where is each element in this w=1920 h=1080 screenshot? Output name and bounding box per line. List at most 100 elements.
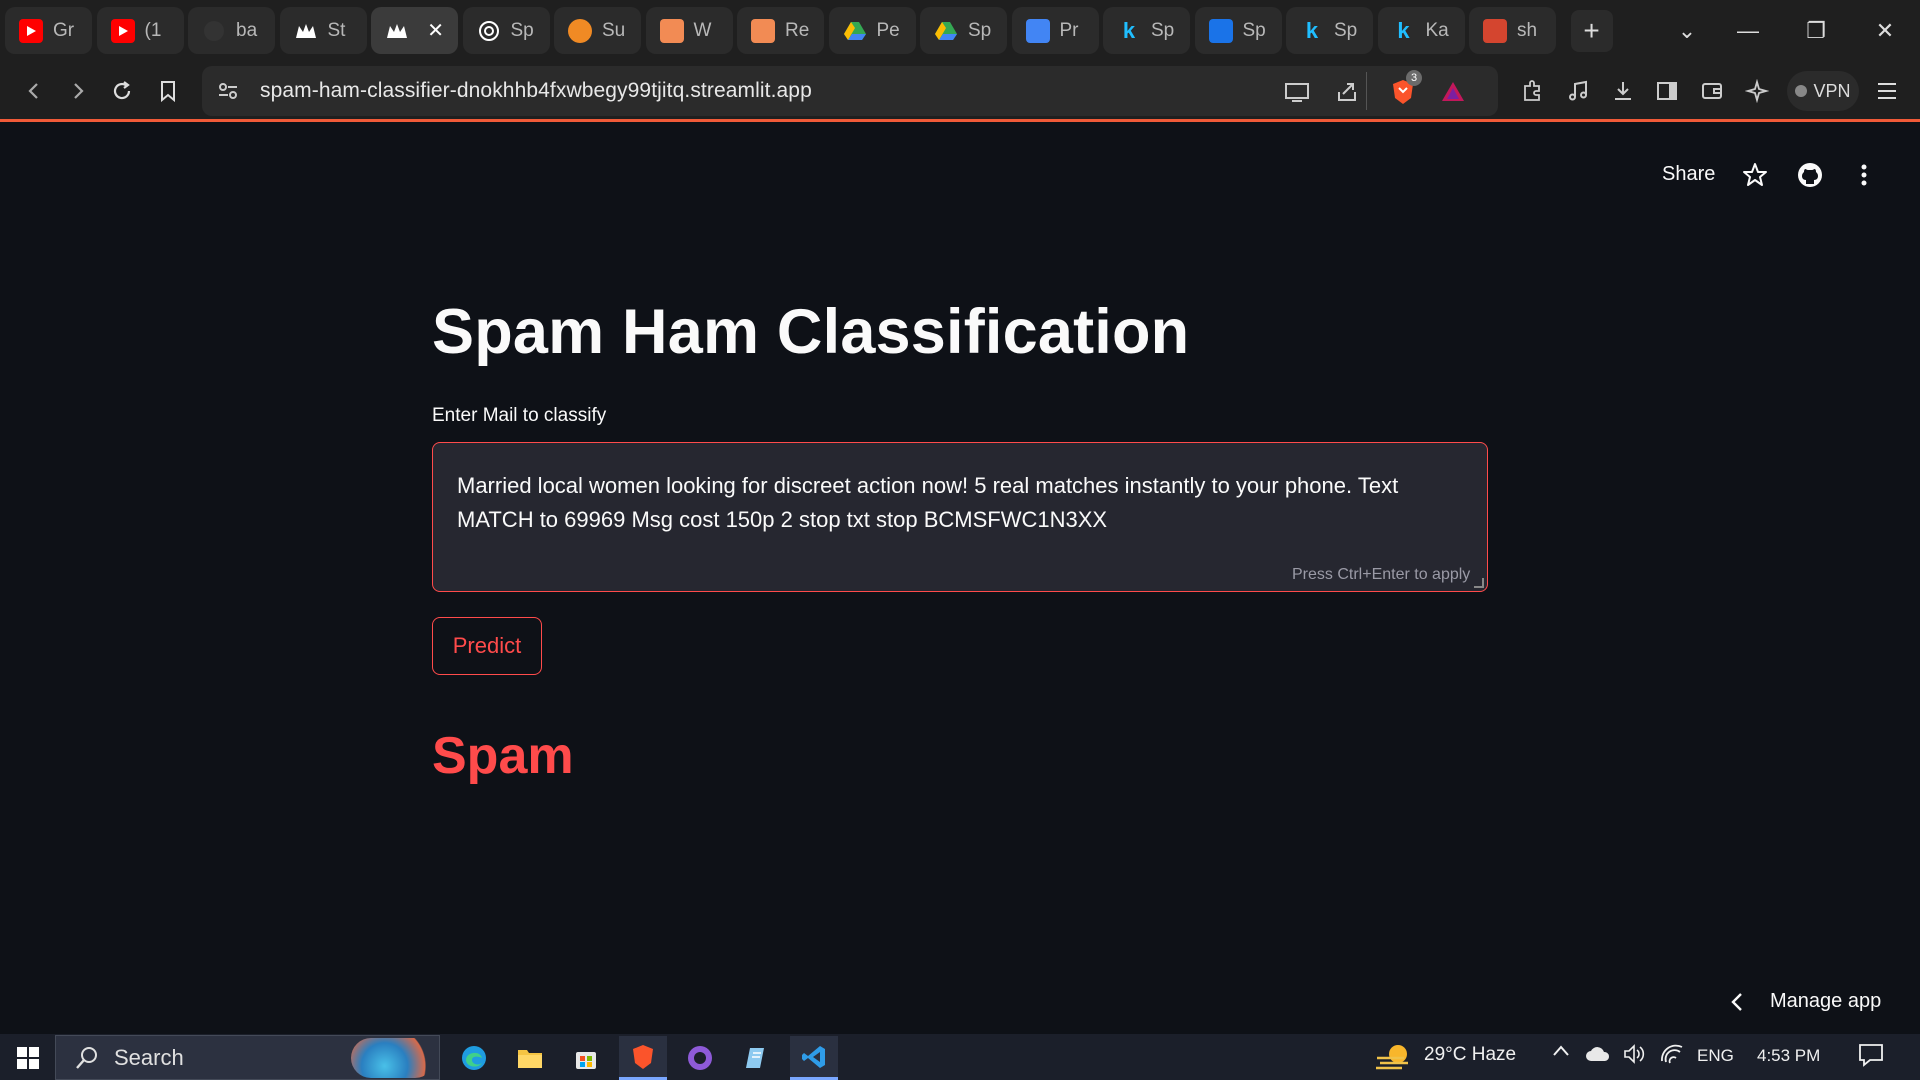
browser-tab[interactable]: k Ka [1377, 7, 1465, 54]
browser-tab[interactable]: sh [1469, 7, 1556, 54]
browser-tab[interactable]: Pe [828, 7, 916, 54]
predict-button[interactable]: Predict [432, 617, 542, 675]
window-icon [751, 18, 775, 43]
browser-tab[interactable]: ✕ [371, 7, 458, 54]
tab-label: Sp [968, 19, 992, 41]
browser-toolbar: spam-ham-classifier-dnokhhb4fxwbegy99tji… [0, 61, 1920, 122]
github-icon[interactable] [1795, 160, 1825, 190]
share-button[interactable]: Share [1662, 163, 1715, 186]
bookmark-button[interactable] [148, 71, 188, 111]
onedrive-icon[interactable] [1585, 1045, 1611, 1069]
forward-button[interactable] [58, 71, 98, 111]
browser-tab[interactable]: St [279, 7, 367, 54]
language-indicator[interactable]: ENG [1697, 1046, 1734, 1066]
taskbar-search[interactable]: Search [55, 1035, 440, 1080]
browser-tab[interactable]: k Sp [1286, 7, 1373, 54]
openai-icon [477, 19, 501, 43]
wifi-icon[interactable] [1660, 1043, 1684, 1071]
browser-tab[interactable]: Gr [5, 7, 92, 54]
address-bar[interactable]: spam-ham-classifier-dnokhhb4fxwbegy99tji… [202, 66, 1498, 116]
share-page-icon[interactable] [1330, 75, 1364, 109]
github-desktop-icon[interactable] [676, 1036, 724, 1080]
tab-label: Re [785, 19, 810, 41]
browser-tab[interactable]: Sp [1194, 7, 1282, 54]
tab-label: Sp [1242, 19, 1266, 41]
manage-app-button[interactable]: Manage app [1730, 990, 1881, 1013]
microsoft-store-icon[interactable] [562, 1036, 610, 1080]
file-explorer-icon[interactable] [506, 1036, 554, 1080]
menu-icon[interactable] [1867, 71, 1907, 111]
browser-tab[interactable]: (1 [96, 7, 184, 54]
more-options-icon[interactable] [1849, 160, 1879, 190]
browser-tab[interactable]: Su [554, 7, 641, 54]
manage-app-label: Manage app [1770, 990, 1882, 1012]
weather-text[interactable]: 29°C Haze [1424, 1044, 1516, 1066]
tab-label: Sp [1334, 19, 1358, 41]
weather-icon[interactable] [1374, 1040, 1414, 1079]
browser-tab[interactable]: Pr [1011, 7, 1099, 54]
window-icon [659, 18, 684, 43]
leo-ai-icon[interactable] [1737, 71, 1777, 111]
close-window-button[interactable]: ✕ [1855, 0, 1915, 61]
orange-circle-icon [568, 18, 592, 43]
database-icon [1208, 18, 1233, 43]
tab-label: Sp [510, 19, 534, 41]
youtube-icon [110, 18, 135, 43]
cast-icon[interactable] [1280, 75, 1314, 109]
input-label: Enter Mail to classify [432, 405, 607, 426]
reload-button[interactable] [102, 71, 142, 111]
vpn-button[interactable]: VPN [1787, 71, 1859, 111]
shields-count-badge: 3 [1406, 70, 1422, 86]
minimize-button[interactable]: — [1718, 0, 1778, 61]
brave-taskbar-icon[interactable] [619, 1036, 667, 1080]
windows-start-icon[interactable] [4, 1036, 52, 1080]
brave-talk-icon [1483, 18, 1507, 43]
browser-tab[interactable]: W [645, 7, 733, 54]
chevron-up-icon[interactable] [1552, 1042, 1570, 1066]
browser-tab[interactable]: Sp [920, 7, 1007, 54]
tab-label: Gr [53, 19, 75, 41]
clock[interactable]: 4:53 PM [1757, 1046, 1820, 1066]
sidebar-icon[interactable] [1647, 71, 1687, 111]
browser-tab[interactable]: k Sp [1103, 7, 1190, 54]
url-text: spam-ham-classifier-dnokhhb4fxwbegy99tji… [260, 79, 812, 102]
browser-tab[interactable]: Sp [462, 7, 550, 54]
google-docs-icon [1025, 18, 1050, 43]
restore-button[interactable]: ❐ [1786, 0, 1846, 61]
search-label: Search [114, 1044, 184, 1070]
new-tab-button[interactable]: + [1570, 9, 1613, 52]
wallet-icon[interactable] [1692, 71, 1732, 111]
youtube-icon [19, 18, 43, 43]
browser-tab[interactable]: ba [188, 7, 275, 54]
input-hint: Press Ctrl+Enter to apply [1292, 566, 1471, 583]
media-icon[interactable] [1558, 71, 1598, 111]
divider [1366, 72, 1367, 110]
google-drive-icon [843, 19, 867, 43]
chevron-left-icon [1731, 992, 1742, 1011]
downloads-icon[interactable] [1603, 71, 1643, 111]
kaggle-icon: k [1397, 17, 1410, 43]
site-settings-icon[interactable] [216, 79, 240, 108]
star-icon[interactable] [1740, 160, 1770, 190]
tab-strip: Gr (1 ba St ✕ Sp Su W Re Pe Sp Pr k Sp Sp k Sp k Ka sh + [0, 0, 1920, 61]
notepad-icon[interactable] [733, 1036, 781, 1080]
brave-rewards-icon[interactable] [1436, 75, 1470, 109]
tab-search-chevron-icon[interactable]: ⌄ [1657, 0, 1717, 61]
vscode-icon[interactable] [790, 1036, 838, 1080]
vpn-status-dot [1795, 85, 1808, 97]
google-drive-icon [934, 19, 958, 43]
page-title: Spam Ham Classification [432, 297, 1190, 367]
notifications-icon[interactable] [1858, 1043, 1884, 1073]
tab-label: St [327, 19, 346, 41]
search-icon [76, 1046, 97, 1069]
back-button[interactable] [14, 71, 54, 111]
volume-icon[interactable] [1622, 1043, 1646, 1071]
github-icon [202, 19, 226, 43]
browser-tab[interactable]: Re [737, 7, 824, 54]
edge-icon[interactable] [450, 1036, 498, 1080]
tab-label: (1 [144, 19, 162, 41]
extensions-icon[interactable] [1512, 71, 1552, 111]
resize-handle[interactable] [1474, 578, 1484, 588]
close-tab-icon[interactable]: ✕ [427, 18, 444, 43]
streamlit-icon [294, 19, 318, 43]
